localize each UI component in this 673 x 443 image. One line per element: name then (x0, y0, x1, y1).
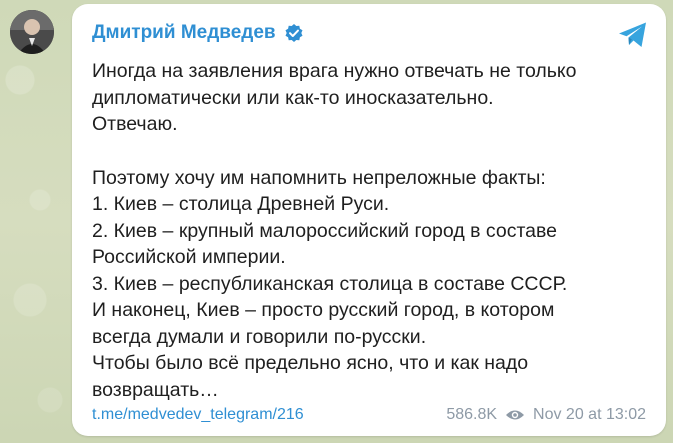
message-line: Отвечаю. (92, 113, 178, 135)
message-line: возвращать… (92, 378, 219, 401)
timestamp: Nov 20 at 13:02 (533, 406, 646, 423)
message-line: всегда думали и говорили по-русски. (92, 325, 427, 348)
message-line: дипломатически или как-то иносказательно… (92, 86, 494, 109)
avatar[interactable] (10, 10, 54, 54)
message-header: Дмитрий Медведев (92, 18, 646, 48)
message-text: Иногда на заявления врага нужно отвечать… (92, 58, 646, 403)
message-line: 1. Киев – столица Древней Руси. (92, 193, 390, 215)
message-bubble: Дмитрий Медведев Иногда на заявления вра… (72, 4, 666, 436)
message-line: И наконец, Киев – просто русский город, … (92, 299, 555, 321)
avatar-image (10, 10, 54, 54)
message-meta: 586.8K Nov 20 at 13:02 (446, 406, 646, 424)
message-line: 3. Киев – республиканская столица в сост… (92, 272, 568, 295)
view-count: 586.8K (446, 406, 498, 423)
message-line: Иногда на заявления врага нужно отвечать… (92, 60, 577, 82)
message-line: 2. Киев – крупный малороссийский город в… (92, 219, 558, 242)
channel-name[interactable]: Дмитрий Медведев (92, 22, 276, 44)
message-line: Чтобы было всё предельно ясно, что и как… (92, 352, 529, 374)
message-footer: t.me/medvedev_telegram/216 586.8K Nov 20… (92, 406, 646, 424)
telegram-icon[interactable] (616, 18, 650, 52)
post-link[interactable]: t.me/medvedev_telegram/216 (92, 406, 446, 424)
message-line: Российской империи. (92, 246, 286, 268)
verified-badge-icon (285, 24, 303, 42)
eye-icon (506, 410, 525, 420)
message-line: Поэтому хочу им напомнить непреложные фа… (92, 166, 546, 189)
